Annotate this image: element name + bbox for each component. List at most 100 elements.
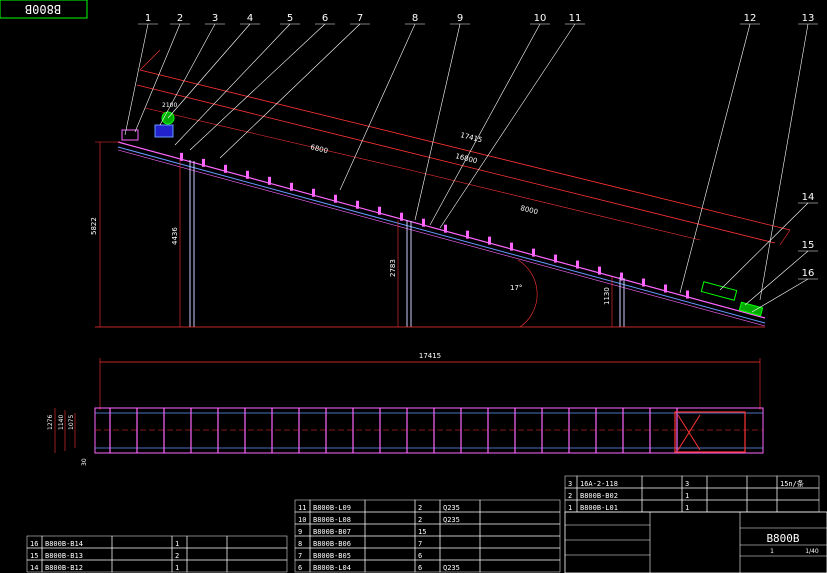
cell-no: 10 <box>298 516 306 524</box>
callout-10: 10 <box>534 13 547 24</box>
idler <box>642 278 645 287</box>
parts-table-right: 3 16A-2-118 3 15n/条 2 B800B-B02 1 1 B800B-L01 1 <box>564 475 820 513</box>
callout-16: 16 <box>802 268 815 279</box>
cell-no: 3 <box>568 480 572 488</box>
title-block-sheet: 1 <box>770 548 774 555</box>
idler <box>422 218 425 227</box>
cell-no: 9 <box>298 528 302 536</box>
drawing-number: B800B <box>25 2 61 16</box>
dim-height-leg2: 2783 <box>389 259 397 277</box>
cell-code: B800B-B07 <box>313 528 351 536</box>
idler <box>598 266 601 275</box>
dim-height-leg1: 4436 <box>171 227 179 245</box>
cell-mat: Q235 <box>443 504 460 512</box>
cell-mat: Q235 <box>443 564 460 572</box>
cell-qty: 15 <box>418 528 426 536</box>
idler <box>224 164 227 173</box>
cell-qty: 7 <box>418 540 422 548</box>
cell-note: 15n/条 <box>780 479 804 488</box>
callout-11: 11 <box>569 13 582 24</box>
cell-no: 6 <box>298 564 302 572</box>
cell-no: 7 <box>298 552 302 560</box>
callout-15: 15 <box>802 240 815 251</box>
dim-plan-length: 17415 <box>419 352 441 360</box>
cell-qty: 1 <box>685 492 689 500</box>
cell-code: B800B-L04 <box>313 564 351 572</box>
dim-2100: 2100 <box>162 102 177 109</box>
dim-plan-width-3: 1075 <box>68 415 75 430</box>
parts-table-left: 16 B800B-B14 1 15 B800B-B13 2 14 B800B-B12 1 <box>26 535 288 573</box>
callout-4: 4 <box>247 13 253 24</box>
callout-14: 14 <box>802 192 815 203</box>
cell-code: B800B-L01 <box>580 504 618 512</box>
idler <box>686 290 689 299</box>
plan-view: 17415 1276 1140 1075 30 <box>47 352 764 466</box>
cell-no: 1 <box>568 504 572 512</box>
cell-no: 8 <box>298 540 302 548</box>
idler <box>378 206 381 215</box>
callout-9: 9 <box>457 13 463 24</box>
idler <box>202 158 205 167</box>
cell-qty: 2 <box>175 552 179 560</box>
cell-qty: 3 <box>685 480 689 488</box>
cell-qty: 2 <box>418 504 422 512</box>
cell-no: 15 <box>30 552 38 560</box>
idler <box>510 242 513 251</box>
cell-code: B800B-L08 <box>313 516 351 524</box>
cell-qty: 1 <box>685 504 689 512</box>
idler <box>532 248 535 257</box>
cell-code: B800B-B05 <box>313 552 351 560</box>
cell-qty: 1 <box>175 564 179 572</box>
idler <box>444 224 447 233</box>
idler <box>180 152 183 161</box>
dim-height-leg3: 1130 <box>603 287 611 305</box>
callout-1: 1 <box>145 13 151 24</box>
cell-code: B800B-B06 <box>313 540 351 548</box>
cell-no: 11 <box>298 504 306 512</box>
conveyor-assembly-drawing: B800B 17415 16800 6800 8000 2100 <box>0 0 827 573</box>
plan-cross-members <box>109 408 678 453</box>
callout-7: 7 <box>357 13 363 24</box>
idler <box>554 254 557 263</box>
cell-qty: 1 <box>175 540 179 548</box>
cell-code: B800B-L09 <box>313 504 351 512</box>
title-block-scale: 1/40 <box>805 548 819 555</box>
idler <box>466 230 469 239</box>
idler <box>268 176 271 185</box>
drive-unit <box>121 111 175 141</box>
dim-plan-small: 30 <box>81 458 88 466</box>
cell-no: 16 <box>30 540 38 548</box>
callout-12: 12 <box>744 13 757 24</box>
cell-code: B800B-B12 <box>45 564 83 572</box>
callout-5: 5 <box>287 13 293 24</box>
cell-code: B800B-B14 <box>45 540 83 548</box>
cell-code: B800B-B02 <box>580 492 618 500</box>
cell-code: B800B-B13 <box>45 552 83 560</box>
callout-13: 13 <box>802 13 815 24</box>
dim-plan-width-2: 1140 <box>58 415 65 430</box>
dim-total-length: 17415 <box>460 131 484 144</box>
cell-qty: 6 <box>418 552 422 560</box>
dim-height-total: 5822 <box>90 217 98 235</box>
dim-plan-width-1: 1276 <box>47 415 54 430</box>
cell-no: 14 <box>30 564 38 572</box>
idler <box>312 188 315 197</box>
idler <box>400 212 403 221</box>
callout-6: 6 <box>322 13 328 24</box>
cell-qty: 2 <box>418 516 422 524</box>
cell-qty: 6 <box>418 564 422 572</box>
cell-no: 2 <box>568 492 572 500</box>
idler <box>356 200 359 209</box>
title-block-name: B800B <box>766 532 799 545</box>
drawing-number-box: B800B <box>0 0 88 19</box>
callout-8: 8 <box>412 13 418 24</box>
title-block: B800B 1/40 1 <box>564 511 827 573</box>
callout-2: 2 <box>177 13 183 24</box>
cell-mat: Q235 <box>443 516 460 524</box>
idler <box>488 236 491 245</box>
idler <box>576 260 579 269</box>
cad-viewport[interactable]: B800B 17415 16800 6800 8000 2100 <box>0 0 827 573</box>
idler <box>290 182 293 191</box>
idler <box>334 194 337 203</box>
dim-6800: 6800 <box>310 143 329 155</box>
